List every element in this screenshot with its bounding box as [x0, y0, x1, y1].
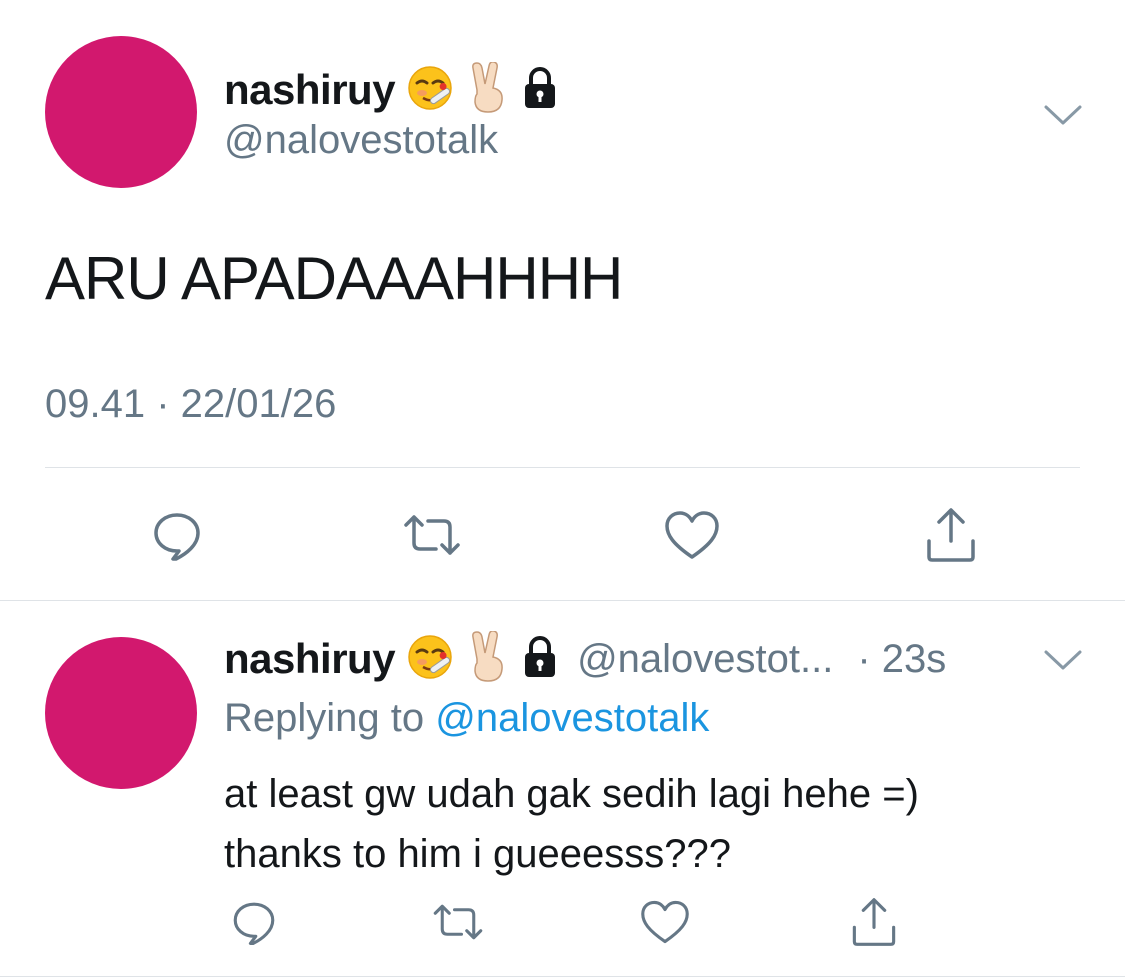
like-icon[interactable] [633, 890, 697, 954]
reply-icon[interactable] [142, 500, 212, 570]
display-name[interactable]: nashiruy [224, 66, 396, 114]
victory-hand-emoji [465, 629, 509, 688]
tweet-time[interactable]: · 23s [857, 637, 946, 682]
face-with-thermometer-emoji [405, 632, 455, 687]
reply-icon[interactable] [222, 890, 286, 954]
tweet-text-line: at least gw udah gak sedih lagi hehe =) [224, 772, 919, 816]
retweet-icon[interactable] [426, 890, 490, 954]
divider [0, 976, 1125, 977]
lock-icon [519, 66, 561, 115]
victory-hand-emoji [465, 60, 509, 119]
divider [45, 467, 1080, 468]
chevron-down-icon[interactable] [1038, 90, 1088, 140]
replying-to-handle-link[interactable]: @nalovestotalk [435, 696, 709, 740]
replying-to-label: Replying to [224, 696, 425, 740]
replying-to: Replying to @nalovestotalk [224, 696, 709, 741]
display-name[interactable]: nashiruy [224, 635, 396, 683]
avatar[interactable] [45, 36, 197, 188]
user-handle[interactable]: @nalovestot... [577, 637, 833, 682]
tweet-timestamp[interactable]: 09.41 · 22/01/26 [45, 382, 336, 427]
chevron-down-icon[interactable] [1038, 635, 1088, 685]
share-icon[interactable] [842, 890, 906, 954]
like-icon[interactable] [657, 500, 727, 570]
face-with-thermometer-emoji [405, 63, 455, 118]
retweet-icon[interactable] [397, 500, 467, 570]
tweet-text: ARU APADAAAHHHH [45, 245, 623, 312]
user-handle[interactable]: @nalovestotalk [224, 118, 498, 163]
tweet-text-line: thanks to him i gueeesss??? [224, 832, 731, 876]
tweet-text: at least gw udah gak sedih lagi hehe =) … [224, 764, 1104, 884]
lock-icon [519, 635, 561, 684]
avatar[interactable] [45, 637, 197, 789]
divider [0, 600, 1125, 601]
user-name-row[interactable]: nashiruy [224, 60, 561, 120]
share-icon[interactable] [916, 500, 986, 570]
user-name-row[interactable]: nashiruy @nalovestot... · 23s [224, 629, 946, 688]
